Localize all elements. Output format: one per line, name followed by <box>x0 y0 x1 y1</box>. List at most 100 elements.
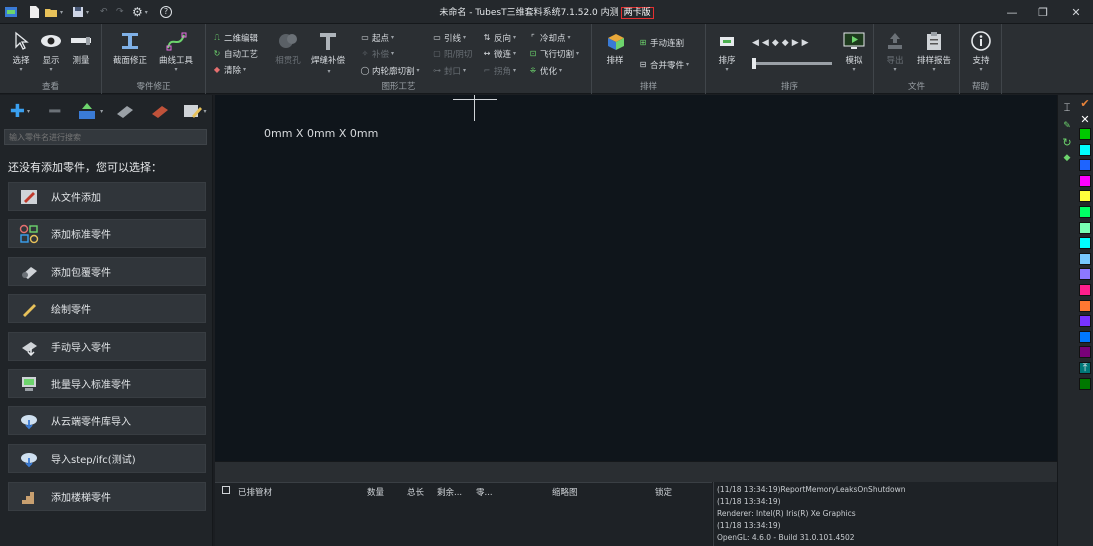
select-label: 选择 <box>12 56 30 66</box>
col-nested-tube[interactable]: 已排管材 <box>238 486 272 498</box>
manual-import-button[interactable]: 手动导入零件 <box>8 332 206 361</box>
seal-button[interactable]: ⊶ 封口 ▾ <box>432 64 466 77</box>
step-forward-icon[interactable]: ◆ <box>782 38 792 48</box>
start-point-button[interactable]: ▭ 起点 ▾ <box>360 31 394 44</box>
color-swatch[interactable] <box>1079 284 1091 296</box>
color-swatch[interactable] <box>1079 128 1091 140</box>
col-part[interactable]: 零... <box>476 486 493 498</box>
part-search-input[interactable] <box>4 129 207 145</box>
step-back-icon[interactable]: ◆ <box>772 38 782 48</box>
micro-joint-button[interactable]: ↔ 微连 ▾ <box>482 47 516 60</box>
col-thumbnail[interactable]: 缩略图 <box>552 486 578 498</box>
fly-cut-button[interactable]: ⊡ 飞行切割 ▾ <box>528 47 579 60</box>
compensate-button[interactable]: ✧ 补偿 ▾ <box>360 47 394 60</box>
cooling-button[interactable]: ⌜ 冷却点 ▾ <box>528 31 570 44</box>
color-swatch[interactable] <box>1079 190 1091 203</box>
color-swatch[interactable] <box>1079 221 1091 234</box>
inner-cut-button[interactable]: ◯ 内轮廓切割 ▾ <box>360 64 420 77</box>
color-swatch[interactable] <box>1079 206 1091 218</box>
add-part-icon[interactable]: ✚ ▾ <box>4 98 36 124</box>
color-swatch[interactable] <box>1079 330 1091 343</box>
sort-button[interactable]: 排序 ▾ <box>712 30 742 73</box>
color-swatch[interactable] <box>1079 159 1091 172</box>
edit-pencil-icon[interactable]: ✎ <box>1060 119 1074 133</box>
color-swatch[interactable] <box>1079 174 1091 187</box>
nest-report-label: 排样报告 <box>916 56 951 66</box>
gap-button[interactable]: ▢ 阳/阴切 <box>432 47 472 60</box>
process-group-label: 图形工艺 <box>381 82 416 92</box>
select-button[interactable]: 选择 ▾ <box>6 30 36 73</box>
nest-report-button[interactable]: 排样报告 ▾ <box>914 30 954 73</box>
color-swatch[interactable] <box>1079 377 1091 390</box>
gap-icon: ▢ <box>433 49 441 58</box>
edit-list-icon[interactable]: ▾ <box>178 98 210 124</box>
corner-button[interactable]: ⌐ 拐角 ▾ <box>482 64 516 77</box>
option-label: 导入step/ifc(测试) <box>51 455 136 466</box>
merge-parts-button[interactable]: ⊟ 合并零件 ▾ <box>638 58 689 71</box>
import-stack-icon[interactable]: ▾ <box>74 98 106 124</box>
curve-tool-button[interactable]: 曲线工具 ▾ <box>158 30 194 73</box>
edit2d-button[interactable]: ⎍ 二维编辑 <box>212 31 258 44</box>
3d-viewport[interactable]: 0mm X 0mm X 0mm <box>215 95 1057 461</box>
nested-tubes-table: 已排管材 数量 总长 剩余... 零... 缩略图 锁定 <box>215 482 712 546</box>
check-icon[interactable]: ✔ <box>1078 96 1092 110</box>
support-button[interactable]: 支持 ▾ <box>966 30 996 73</box>
color-swatch[interactable] <box>1079 315 1091 328</box>
rewind-icon[interactable]: ◀◀ <box>752 38 772 48</box>
slider-handle[interactable] <box>752 58 756 69</box>
edit2d-icon: ⎍ <box>214 32 220 42</box>
add-wrap-part-button[interactable]: 添加包覆零件 <box>8 257 206 286</box>
refresh-icon[interactable]: ↻ <box>1060 135 1074 149</box>
color-swatch[interactable] <box>1079 237 1091 250</box>
i-beam-small-icon[interactable]: ⌶ <box>1060 101 1074 115</box>
section-fix-button[interactable]: 截面修正 <box>112 30 148 66</box>
display-button[interactable]: 显示 ▾ <box>36 30 66 73</box>
contour-hole-button[interactable]: 相贯孔 <box>272 30 304 66</box>
reverse-button[interactable]: ⇅ 反向 ▾ <box>482 31 516 44</box>
simulation-slider[interactable] <box>752 58 832 69</box>
corner-label: 拐角 <box>494 66 512 77</box>
nest-group-label: 排样 <box>639 82 657 92</box>
playback-controls[interactable]: ◀◀ ◆ ◆ ▶▶ <box>752 36 812 49</box>
eraser-box-icon[interactable] <box>143 98 175 124</box>
fly-cut-label: 飞行切割 <box>540 49 575 60</box>
col-total-length[interactable]: 总长 <box>407 486 424 498</box>
import-step-button[interactable]: 导入step/ifc(测试) <box>8 444 206 473</box>
add-from-file-button[interactable]: 从文件添加 <box>8 182 206 211</box>
maximize-button[interactable]: ❐ <box>1026 0 1060 24</box>
cloud-import-button[interactable]: 从云端零件库导入 <box>8 406 206 435</box>
color-swatch[interactable] <box>1079 299 1091 312</box>
simulate-button[interactable]: 模拟 ▾ <box>838 30 870 73</box>
auto-process-button[interactable]: ↻ 自动工艺 <box>212 47 258 60</box>
weld-compensation-button[interactable]: 焊缝补偿▾ <box>310 30 346 76</box>
batch-import-button[interactable]: 批量导入标准零件 <box>8 369 206 398</box>
color-swatch[interactable] <box>1079 268 1091 281</box>
draw-part-button[interactable]: 绘制零件 <box>8 294 206 323</box>
col-lock[interactable]: 锁定 <box>655 486 672 498</box>
log-output: (11/18 13:34:19)ReportMemoryLeaksOnShutd… <box>713 482 1057 546</box>
close-x-icon[interactable]: ✕ <box>1078 112 1092 126</box>
close-button[interactable]: ✕ <box>1059 0 1093 24</box>
clear-button[interactable]: ◆ 清除 ▾ <box>212 63 246 76</box>
eraser-small-icon[interactable]: ◆ <box>1060 151 1074 165</box>
pin-up-icon[interactable]: ⤒ <box>1078 361 1092 375</box>
color-swatch[interactable] <box>1079 346 1091 359</box>
add-standard-part-button[interactable]: 添加标准零件 <box>8 219 206 248</box>
minimize-button[interactable]: — <box>995 0 1029 24</box>
option-label: 从文件添加 <box>51 193 101 204</box>
col-quantity[interactable]: 数量 <box>367 486 384 498</box>
nest-button[interactable]: 排样 <box>600 30 630 66</box>
manual-joint-button[interactable]: ⊞ 手动连割 <box>638 36 684 49</box>
fast-forward-icon[interactable]: ▶▶ <box>792 38 812 48</box>
pipe-view-icon[interactable] <box>108 98 140 124</box>
add-stairs-button[interactable]: 添加楼梯零件 <box>8 482 206 511</box>
lead-button[interactable]: ▭ 引线 ▾ <box>432 31 466 44</box>
measure-label: 测量 <box>72 56 90 66</box>
remove-part-icon[interactable]: ━ <box>39 98 71 124</box>
export-button[interactable]: 导出 ▾ <box>880 30 910 73</box>
measure-button[interactable]: 测量 <box>66 30 96 66</box>
color-swatch[interactable] <box>1079 252 1091 265</box>
optimize-button[interactable]: ⁜ 优化 ▾ <box>528 64 562 77</box>
color-swatch[interactable] <box>1079 143 1091 156</box>
col-remaining[interactable]: 剩余... <box>437 486 462 498</box>
